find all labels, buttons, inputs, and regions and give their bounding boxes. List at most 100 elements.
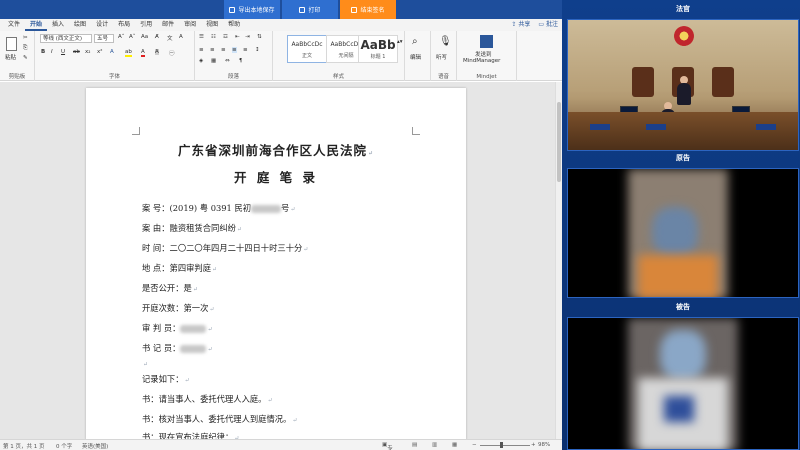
tab-home[interactable]: 开始: [25, 19, 48, 31]
language[interactable]: 英语(美国): [82, 442, 108, 450]
char-border-icon[interactable]: A: [179, 34, 183, 40]
font-name-select[interactable]: 等线 (西文正文): [40, 34, 92, 43]
align-left-icon[interactable]: ≡: [199, 47, 204, 53]
zoom-slider[interactable]: [480, 445, 530, 446]
tab-design[interactable]: 设计: [91, 19, 113, 31]
video-pane-defendant[interactable]: [567, 317, 799, 450]
send-to-label[interactable]: 发送到: [475, 50, 492, 58]
tab-file[interactable]: 文件: [3, 19, 25, 31]
shrink-font-icon[interactable]: A˅: [129, 34, 136, 40]
sort-icon[interactable]: ⇅: [257, 34, 262, 40]
font-size-select[interactable]: 五号: [94, 34, 114, 43]
zoom-level[interactable]: 98%: [538, 442, 550, 448]
export-save-button[interactable]: 导出本地保存: [224, 0, 280, 19]
format-painter-icon[interactable]: ✎: [23, 55, 28, 61]
paragraph-mark: ↵: [303, 246, 309, 253]
change-case-icon[interactable]: Aa: [141, 34, 148, 40]
mindmanager-icon[interactable]: [480, 35, 493, 48]
align-right-icon[interactable]: ≡: [221, 47, 226, 53]
borders-icon[interactable]: ▦: [211, 58, 216, 64]
find-icon[interactable]: ⌕: [412, 36, 418, 47]
style-normal[interactable]: AaBbCcDc 正文: [287, 35, 327, 63]
strikethrough-icon[interactable]: ab: [73, 49, 80, 55]
chinese-layout-icon[interactable]: ⇔: [225, 58, 230, 64]
tab-help[interactable]: 帮助: [223, 19, 245, 31]
bullets-icon[interactable]: ☰: [199, 34, 204, 40]
courtroom-chair: [712, 67, 734, 97]
save-icon: [229, 6, 236, 13]
copy-icon[interactable]: ⎘: [23, 45, 27, 52]
tab-layout[interactable]: 布局: [113, 19, 135, 31]
share-button[interactable]: ⇪ 共享: [511, 19, 530, 31]
phonetic-icon[interactable]: 文: [167, 34, 173, 42]
align-center-icon[interactable]: ≡: [210, 47, 215, 53]
web-layout-icon[interactable]: ▦: [452, 442, 457, 448]
char-shading-icon[interactable]: A: [155, 49, 159, 55]
clear-format-icon[interactable]: A̸: [155, 34, 159, 40]
paragraph-mark: ↵: [290, 206, 296, 213]
field-value: 二〇二〇年四月二十四日十时三十分: [169, 243, 303, 253]
styles-scroll-icon[interactable]: ▴▾: [397, 39, 403, 45]
shading-icon[interactable]: ◈: [199, 58, 203, 64]
multilevel-list-icon[interactable]: ☲: [223, 34, 228, 40]
enclose-char-icon[interactable]: ㊀: [169, 49, 175, 57]
print-layout-icon[interactable]: ▥: [432, 442, 437, 448]
paste-icon[interactable]: [6, 37, 17, 51]
font-color-icon[interactable]: A: [141, 49, 145, 57]
line-spacing-icon[interactable]: ↕: [255, 47, 260, 53]
underline-icon[interactable]: U: [61, 49, 65, 55]
vertical-scrollbar[interactable]: [555, 82, 562, 439]
document-subtitle: 开 庭 笔 录: [86, 167, 466, 186]
comment-button[interactable]: ▭ 批注: [538, 19, 558, 31]
editing-label[interactable]: 编辑: [410, 53, 421, 61]
end-sign-button[interactable]: 结束签名: [340, 0, 396, 19]
video-pane-plaintiff[interactable]: [567, 168, 799, 298]
tab-mailings[interactable]: 邮件: [157, 19, 179, 31]
margin-corner-mark: [132, 127, 140, 135]
microphone-icon[interactable]: 🎙: [439, 36, 452, 47]
grow-font-icon[interactable]: A˄: [118, 34, 125, 40]
show-marks-icon[interactable]: ¶: [239, 58, 243, 64]
style-heading-1[interactable]: AaBb 标题 1: [358, 35, 398, 63]
word-count[interactable]: 0 个字: [56, 442, 72, 450]
tab-insert[interactable]: 插入: [47, 19, 69, 31]
judge-figure: [677, 83, 691, 105]
mindmanager-label[interactable]: MindManager: [463, 58, 500, 64]
scroll-thumb[interactable]: [557, 102, 561, 182]
bold-icon[interactable]: B: [41, 49, 45, 55]
field-label: 是否公开：: [142, 283, 184, 293]
tab-draw[interactable]: 绘图: [69, 19, 91, 31]
justify-icon[interactable]: ≡: [232, 47, 237, 53]
tab-view[interactable]: 视图: [201, 19, 223, 31]
page-count[interactable]: 第 1 页，共 1 页: [3, 442, 45, 450]
cut-icon[interactable]: ✂: [23, 35, 28, 41]
courtroom-chair: [632, 67, 654, 97]
video-pane-judge[interactable]: [567, 19, 799, 151]
blurred-shirt-print: [664, 396, 694, 422]
screen: 导出本地保存 打印 结束签名 文件 开始 插入 绘图 设计 布局 引用 邮件 审…: [0, 0, 800, 450]
numbering-icon[interactable]: ☷: [211, 34, 216, 40]
styles-group-label: 样式: [332, 74, 344, 80]
tab-review[interactable]: 审阅: [179, 19, 201, 31]
field-label: 书 记 员：: [142, 343, 181, 353]
text-effects-icon[interactable]: A: [110, 49, 114, 55]
read-mode-icon[interactable]: ▤: [412, 442, 417, 448]
distribute-icon[interactable]: ≡: [243, 47, 248, 53]
print-button[interactable]: 打印: [282, 0, 338, 19]
tab-references[interactable]: 引用: [135, 19, 157, 31]
focus-button[interactable]: ▣ 专注: [382, 442, 393, 450]
font-group: 等线 (西文正文) 五号 A˄ A˅ Aa A̸ 文 A B I U ab x₂…: [35, 31, 195, 81]
italic-icon[interactable]: I: [51, 49, 53, 55]
zoom-out-icon[interactable]: −: [472, 442, 477, 448]
zoom-in-icon[interactable]: +: [531, 442, 536, 448]
zoom-slider-thumb[interactable]: [500, 442, 503, 448]
document-page[interactable]: 广东省深圳前海合作区人民法院↵ 开 庭 笔 录 案 号：(2019) 粤 039…: [86, 88, 466, 442]
blurred-clothing: [638, 255, 718, 297]
video-title-defendant: 被告: [676, 303, 690, 311]
increase-indent-icon[interactable]: ⇥: [245, 34, 250, 40]
superscript-icon[interactable]: x²: [97, 49, 102, 55]
dictate-label[interactable]: 听写: [436, 53, 447, 61]
subscript-icon[interactable]: x₂: [85, 49, 90, 55]
decrease-indent-icon[interactable]: ⇤: [235, 34, 240, 40]
highlight-icon[interactable]: ab: [125, 49, 132, 57]
